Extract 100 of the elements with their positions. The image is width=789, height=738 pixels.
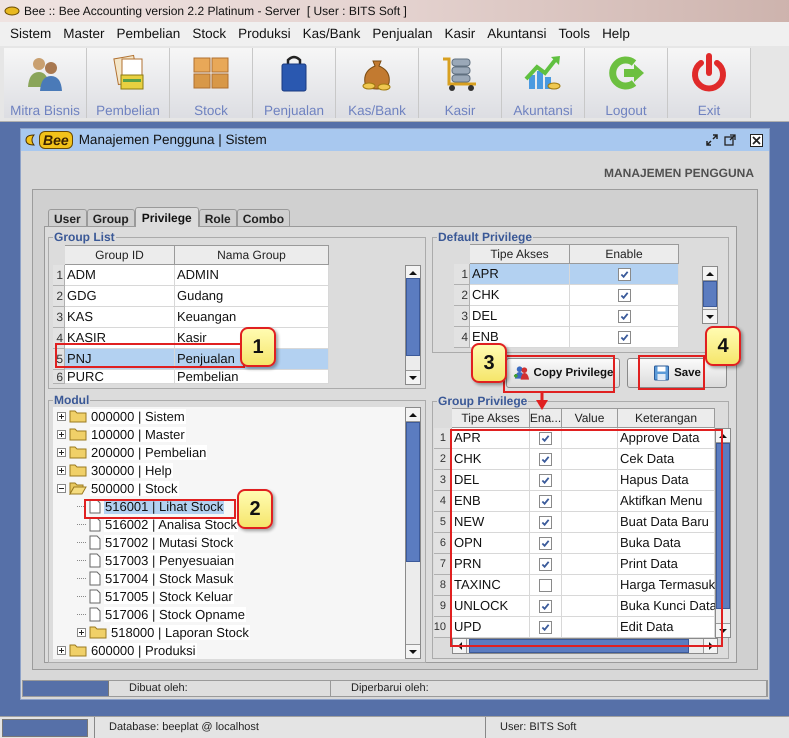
checkbox[interactable] (618, 310, 630, 322)
group-title: Group List (53, 230, 116, 244)
tree-item[interactable]: 518000 | Laporan Stock (110, 624, 250, 640)
scrollbar[interactable] (702, 266, 718, 324)
column-header[interactable]: Tipe Akses (470, 244, 570, 264)
tab[interactable]: Group (86, 209, 135, 226)
checkbox[interactable] (618, 288, 630, 302)
tree-item[interactable]: 000000 | Sistem (90, 408, 186, 424)
tree-item[interactable]: 300000 | Help (90, 462, 173, 478)
step-callout: 4 (705, 326, 741, 366)
table-cell: UPD (452, 617, 530, 638)
tree-item[interactable]: 517004 | Stock Masuk (104, 570, 234, 586)
column-header[interactable]: Ena... (530, 408, 562, 428)
column-header[interactable]: Nama Group (175, 245, 329, 265)
folder-icon (89, 625, 107, 639)
column-header[interactable]: Tipe Akses (452, 408, 530, 428)
window-title: Bee :: Bee Accounting version 2.2 Platinum - Server [ User : BITS Soft ] (24, 3, 407, 20)
column-header[interactable]: Group ID (65, 245, 175, 265)
menu-item[interactable]: Akuntansi (481, 24, 553, 44)
table-cell: APR (452, 428, 530, 450)
column-header[interactable]: Keterangan (618, 408, 715, 428)
checkbox[interactable] (539, 432, 552, 445)
scrollbar[interactable] (405, 265, 421, 385)
check-icon (620, 290, 628, 300)
check-icon (541, 496, 550, 506)
tab[interactable]: Role (198, 209, 237, 226)
restore-icon[interactable] (706, 134, 718, 146)
table-cell: PURC (65, 370, 175, 384)
menu-item[interactable]: Kas/Bank (296, 24, 366, 44)
button[interactable]: Copy Privilege (506, 358, 620, 388)
tree-item[interactable]: 517006 | Stock Opname (104, 606, 246, 622)
expand-icon[interactable] (57, 448, 66, 456)
button[interactable]: Save (627, 358, 727, 388)
group-title: Modul (53, 393, 90, 407)
copy-users-icon (512, 365, 530, 382)
expand-icon[interactable] (57, 430, 66, 438)
menu-item[interactable]: Master (57, 24, 111, 44)
menu-item[interactable]: Produksi (232, 24, 297, 44)
tree-item[interactable]: 100000 | Master (90, 426, 186, 442)
menu-item[interactable]: Stock (186, 24, 232, 44)
row-number: 6 (53, 370, 65, 384)
table-cell: APR (470, 264, 570, 285)
menu-item[interactable]: Kasir (438, 24, 482, 44)
checkbox[interactable] (539, 578, 552, 592)
tree-item[interactable]: 600000 | Produksi (90, 642, 197, 658)
table-cell: OPN (452, 533, 530, 554)
group-title: Group Privilege (437, 394, 528, 408)
row-number: 3 (454, 306, 470, 327)
table-cell: Edit Data (618, 617, 715, 638)
checkbox[interactable] (618, 330, 630, 344)
table-cell: Keuangan (175, 307, 329, 328)
menu-item[interactable]: Tools (552, 24, 596, 44)
page-heading: MANAJEMEN PENGGUNA (604, 165, 754, 182)
checkbox[interactable] (539, 452, 552, 466)
checkbox[interactable] (618, 268, 630, 280)
checkbox[interactable] (539, 620, 552, 634)
checkbox[interactable] (539, 600, 552, 613)
expand-icon[interactable] (57, 466, 66, 474)
tree-item[interactable]: 500000 | Stock (90, 480, 178, 496)
scrollbar[interactable] (405, 407, 421, 659)
file-icon (89, 606, 101, 622)
menu-item[interactable]: Penjualan (366, 24, 438, 44)
expand-icon[interactable] (77, 628, 86, 636)
table-cell: ENB (452, 491, 530, 512)
expand-icon[interactable] (57, 646, 66, 654)
check-icon (541, 602, 550, 611)
table-cell: Pembelian (175, 370, 329, 384)
tab[interactable]: User (48, 209, 87, 226)
tree-item[interactable]: 517002 | Mutasi Stock (104, 534, 234, 550)
arrow (536, 393, 548, 410)
checkbox[interactable] (539, 494, 552, 508)
tab[interactable]: Combo (236, 209, 290, 226)
column-header[interactable]: Value (562, 408, 618, 428)
table-cell: Approve Data (618, 428, 715, 450)
check-icon (541, 622, 550, 632)
checkbox[interactable] (539, 516, 552, 529)
tree-item[interactable]: 517003 | Penyesuaian (104, 552, 236, 568)
checkbox[interactable] (539, 474, 552, 487)
check-icon (620, 312, 628, 320)
tree-item[interactable]: 200000 | Pembelian (90, 444, 208, 460)
tab[interactable]: Privilege (134, 207, 199, 227)
step-callout: 3 (471, 343, 507, 383)
table-cell: Cek Data (618, 449, 715, 470)
menu-item[interactable]: Help (596, 24, 636, 44)
collapse-icon[interactable] (57, 484, 66, 492)
check-icon (541, 518, 550, 527)
checkbox[interactable] (539, 536, 552, 550)
maximize-icon[interactable] (724, 134, 736, 146)
table-cell: GDG (65, 286, 175, 307)
table-cell: KASIR (65, 328, 175, 349)
table-cell: PRN (452, 554, 530, 576)
column-header[interactable]: Enable (570, 244, 679, 264)
table-cell: Harga Termasuk (618, 575, 715, 596)
expand-icon[interactable] (57, 412, 66, 420)
table-cell: ADM (65, 265, 175, 286)
menu-item[interactable]: Sistem (4, 24, 58, 44)
checkbox[interactable] (539, 558, 552, 571)
close-icon[interactable] (750, 134, 763, 146)
tree-item[interactable]: 517005 | Stock Keluar (104, 588, 234, 604)
menu-item[interactable]: Pembelian (110, 24, 186, 44)
